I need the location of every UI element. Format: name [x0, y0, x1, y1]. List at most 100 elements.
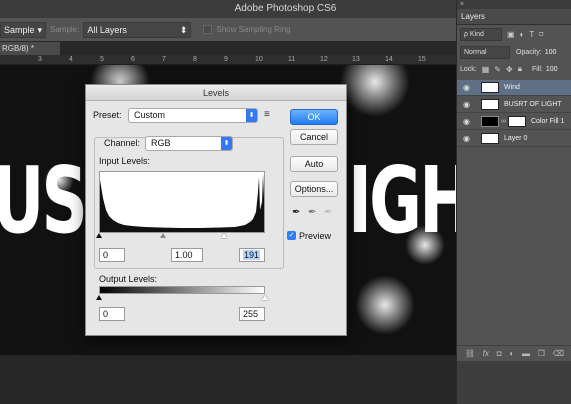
ruler-tick: 10 — [255, 56, 263, 63]
document-tab[interactable]: RGB/8) * — [0, 42, 60, 55]
input-gamma-field[interactable]: 1.00 — [171, 248, 203, 262]
lock-row: Lock: ▦ ✎ ✥ 🔒︎ Fill: 100 — [457, 64, 571, 74]
layer-row-busrt-of-light[interactable]: ◉ BUSRT OF LIGHT — [457, 97, 571, 113]
pixel-filter-icon[interactable]: ▣ — [507, 30, 515, 39]
input-gamma-slider[interactable] — [160, 233, 166, 238]
ok-button[interactable]: OK — [290, 109, 338, 125]
preset-options-icon[interactable]: ≡ — [264, 109, 270, 120]
ruler-tick: 3 — [38, 56, 42, 63]
cancel-button[interactable]: Cancel — [290, 129, 338, 145]
preset-dropdown[interactable]: Custom ⬍ — [128, 108, 258, 123]
add-mask-icon[interactable]: ◘ — [497, 349, 502, 358]
chevron-down-icon: ▾ — [37, 24, 42, 35]
sample-layers-dropdown[interactable]: All Layers ⬍ — [83, 21, 192, 38]
ruler-tick: 8 — [193, 56, 197, 63]
preset-value: Custom — [134, 110, 166, 120]
layer-thumbnail — [481, 82, 499, 93]
input-levels-label: Input Levels: — [99, 156, 151, 166]
options-bar: Sample ▾ Sample: All Layers ⬍ Show Sampl… — [0, 18, 456, 42]
fill-value[interactable]: 100 — [546, 66, 558, 73]
eye-icon[interactable]: ◉ — [463, 83, 473, 92]
output-gradient — [99, 286, 265, 294]
layer-name: Wind — [504, 84, 520, 91]
gray-eyedropper-icon[interactable]: ✒ — [308, 207, 316, 218]
preview-label: Preview — [299, 231, 332, 241]
ruler-tick: 13 — [352, 56, 360, 63]
layer-row-color-fill-1[interactable]: ◉ ∞ Color Fill 1 — [457, 114, 571, 130]
channel-dropdown[interactable]: RGB ⬍ — [145, 136, 233, 151]
ruler-tick: 15 — [418, 56, 426, 63]
input-white-value: 191 — [243, 250, 261, 260]
lock-image-icon[interactable]: ✎ — [494, 65, 501, 74]
layer-mask-thumbnail — [508, 116, 526, 127]
options-button[interactable]: Options... — [290, 181, 338, 197]
auto-button[interactable]: Auto — [290, 156, 338, 172]
fill-label: Fill: — [531, 65, 543, 73]
ruler-tick: 11 — [288, 56, 296, 63]
preview-checkbox[interactable]: ✓ — [287, 231, 296, 240]
lock-all-icon[interactable]: 🔒︎ — [518, 64, 522, 74]
filter-kind-dropdown[interactable]: ρ Kind — [460, 28, 502, 41]
histogram-graph — [100, 174, 264, 232]
fx-icon[interactable]: fx — [483, 349, 489, 358]
layer-row-layer-0[interactable]: ◉ Layer 0 — [457, 131, 571, 147]
type-filter-icon[interactable]: T — [529, 30, 534, 39]
output-white-field[interactable]: 255 — [239, 307, 265, 321]
lock-label: Lock: — [460, 65, 477, 73]
output-black-slider[interactable] — [96, 295, 102, 300]
adjustment-layer-icon[interactable]: ◐ — [509, 349, 514, 358]
layer-row-wind[interactable]: ◉ Wind — [457, 80, 571, 96]
histogram — [99, 171, 265, 233]
ruler-tick: 5 — [100, 56, 104, 63]
bokeh-light — [355, 275, 415, 335]
blend-mode-dropdown[interactable]: Normal — [460, 46, 510, 59]
link-layers-icon[interactable]: ⛓ — [465, 349, 475, 358]
eye-icon[interactable]: ◉ — [463, 100, 473, 109]
canvas-text-left: US — [0, 147, 88, 254]
new-group-icon[interactable]: ▬ — [522, 349, 530, 358]
close-icon[interactable]: × — [457, 0, 571, 9]
lock-position-icon[interactable]: ✥ — [506, 65, 513, 74]
ruler-tick: 4 — [69, 56, 73, 63]
bokeh-light — [340, 65, 410, 117]
input-white-slider[interactable] — [221, 233, 227, 238]
lock-transparent-icon[interactable]: ▦ — [482, 65, 490, 74]
input-white-field[interactable]: 191 — [239, 248, 265, 262]
layer-thumbnail — [481, 133, 499, 144]
input-black-field[interactable]: 0 — [99, 248, 125, 262]
eye-icon[interactable]: ◉ — [463, 134, 473, 143]
ruler-tick: 12 — [320, 56, 328, 63]
ruler-tick: 14 — [385, 56, 393, 63]
black-eyedropper-icon[interactable]: ✒ — [292, 207, 300, 218]
sample-size-dropdown[interactable]: Sample ▾ — [0, 21, 46, 38]
show-sampling-ring-checkbox[interactable] — [203, 25, 213, 34]
blend-row: Normal Opacity: 100 — [457, 46, 571, 59]
layers-bottom-toolbar: ⛓ fx ◘ ◐ ▬ ❐ ⌫ — [457, 345, 571, 361]
layers-tab[interactable]: Layers — [457, 9, 571, 25]
white-eyedropper-icon[interactable]: ✒ — [324, 207, 332, 218]
layer-name: BUSRT OF LIGHT — [504, 101, 562, 108]
new-layer-icon[interactable]: ❐ — [538, 349, 545, 358]
chevron-down-icon: ⬍ — [179, 24, 188, 35]
levels-dialog-title: Levels — [86, 85, 346, 101]
layer-name: Color Fill 1 — [531, 118, 565, 125]
blend-mode-value: Normal — [464, 49, 487, 56]
sample-size-value: Sample — [4, 24, 35, 35]
shape-filter-icon[interactable]: ⌑ — [539, 30, 543, 39]
panel-empty-area — [457, 361, 571, 404]
preset-label: Preset: — [93, 110, 122, 120]
eye-icon[interactable]: ◉ — [463, 117, 473, 126]
opacity-value[interactable]: 100 — [545, 49, 557, 56]
output-levels-label: Output Levels: — [99, 274, 158, 284]
link-icon: ∞ — [501, 118, 506, 125]
ruler-tick: 9 — [224, 56, 228, 63]
layers-panel: × Layers ρ Kind ▣ ◐ T ⌑ Normal Opacity: … — [456, 0, 571, 404]
opacity-label: Opacity: — [516, 49, 542, 56]
input-black-slider[interactable] — [96, 233, 102, 238]
updown-arrows-icon: ⬍ — [221, 137, 232, 150]
sample-layers-value: All Layers — [87, 24, 127, 35]
adjustment-filter-icon[interactable]: ◐ — [520, 30, 525, 39]
output-white-slider[interactable] — [262, 295, 268, 300]
output-black-field[interactable]: 0 — [99, 307, 125, 321]
trash-icon[interactable]: ⌫ — [553, 349, 564, 358]
